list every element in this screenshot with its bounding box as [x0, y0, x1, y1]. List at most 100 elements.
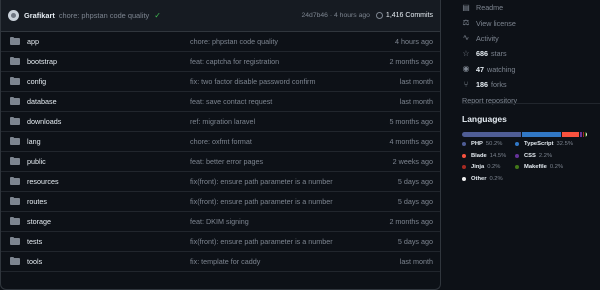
- file-name[interactable]: downloads: [27, 117, 190, 126]
- language-dot: [462, 177, 466, 181]
- file-commit-message[interactable]: feat: DKIM signing: [190, 217, 389, 226]
- file-row[interactable]: publicfeat: better error pages2 weeks ag…: [1, 152, 440, 172]
- file-commit-message[interactable]: feat: captcha for registration: [190, 57, 389, 66]
- language-item[interactable]: PHP50.2%: [462, 141, 502, 147]
- stars-link[interactable]: ☆ 686 stars: [462, 46, 600, 61]
- language-bar-segment[interactable]: [522, 132, 560, 137]
- avatar[interactable]: [8, 10, 19, 21]
- language-bar-segment[interactable]: [462, 132, 521, 137]
- file-row[interactable]: bootstrapfeat: captcha for registration2…: [1, 52, 440, 72]
- file-row[interactable]: resourcesfix(front): ensure path paramet…: [1, 172, 440, 192]
- language-dot: [515, 154, 519, 158]
- language-item[interactable]: Blade14.5%: [462, 153, 506, 159]
- watching-link[interactable]: ◉ 47 watching: [462, 62, 600, 77]
- file-commit-message[interactable]: fix(front): ensure path parameter is a n…: [190, 177, 398, 186]
- file-row[interactable]: configfix: two factor disable password c…: [1, 72, 440, 92]
- file-commit-message[interactable]: fix(front): ensure path parameter is a n…: [190, 237, 398, 246]
- language-dot: [462, 154, 466, 158]
- file-commit-time: last month: [400, 77, 433, 86]
- folder-icon: [10, 38, 20, 45]
- file-row[interactable]: testsfix(front): ensure path parameter i…: [1, 232, 440, 252]
- language-item[interactable]: TypeScript32.5%: [515, 141, 573, 147]
- languages-title: Languages: [462, 114, 507, 124]
- fork-icon: ⑂: [462, 81, 470, 89]
- commit-message[interactable]: chore: phpstan code quality: [59, 11, 149, 20]
- file-name[interactable]: config: [27, 77, 190, 86]
- file-row[interactable]: downloadsref: migration laravel5 months …: [1, 112, 440, 132]
- file-commit-time: 5 days ago: [398, 197, 433, 206]
- file-name[interactable]: routes: [27, 197, 190, 206]
- folder-icon: [10, 198, 20, 205]
- file-name[interactable]: storage: [27, 217, 190, 226]
- folder-icon: [10, 98, 20, 105]
- license-label: View license: [476, 19, 516, 28]
- file-commit-time: 2 months ago: [389, 217, 433, 226]
- latest-commit-bar: Grafikart chore: phpstan code quality ✓ …: [1, 0, 440, 32]
- file-name[interactable]: app: [27, 37, 190, 46]
- folder-icon: [10, 118, 20, 125]
- folder-icon: [10, 258, 20, 265]
- file-commit-time: 2 weeks ago: [393, 157, 433, 166]
- language-dot: [462, 142, 466, 146]
- language-item[interactable]: Other0.2%: [462, 176, 503, 182]
- commit-sha[interactable]: 24d7b46 · 4 hours ago: [302, 12, 370, 19]
- commit-author[interactable]: Grafikart: [24, 11, 55, 20]
- forks-link[interactable]: ⑂ 186 forks: [462, 77, 600, 92]
- file-name[interactable]: public: [27, 157, 190, 166]
- file-commit-time: last month: [400, 257, 433, 266]
- file-list: appchore: phpstan code quality4 hours ag…: [1, 32, 440, 272]
- language-name: Makefile: [524, 164, 547, 170]
- pulse-icon: ∿: [462, 34, 470, 42]
- repo-sidebar: ▤ Readme ⚖ View license ∿ Activity ☆ 686…: [462, 0, 600, 108]
- license-link[interactable]: ⚖ View license: [462, 15, 600, 30]
- language-dot: [515, 142, 519, 146]
- readme-link[interactable]: ▤ Readme: [462, 0, 600, 15]
- file-row[interactable]: storagefeat: DKIM signing2 months ago: [1, 212, 440, 232]
- file-name[interactable]: bootstrap: [27, 57, 190, 66]
- file-commit-message[interactable]: fix: template for caddy: [190, 257, 400, 266]
- language-percent: 0.2%: [489, 176, 502, 182]
- file-commit-message[interactable]: feat: better error pages: [190, 157, 393, 166]
- language-percent: 50.2%: [486, 141, 502, 147]
- file-commit-message[interactable]: chore: phpstan code quality: [190, 37, 395, 46]
- file-row[interactable]: langchore: oxfmt format4 months ago: [1, 132, 440, 152]
- folder-icon: [10, 138, 20, 145]
- file-row[interactable]: appchore: phpstan code quality4 hours ag…: [1, 32, 440, 52]
- file-name[interactable]: tools: [27, 257, 190, 266]
- language-bar-segment[interactable]: [562, 132, 579, 137]
- file-name[interactable]: tests: [27, 237, 190, 246]
- file-name[interactable]: database: [27, 97, 190, 106]
- file-commit-message[interactable]: fix: two factor disable password confirm: [190, 77, 400, 86]
- activity-link[interactable]: ∿ Activity: [462, 31, 600, 46]
- commits-link[interactable]: 1,416 Commits: [376, 12, 433, 19]
- file-commit-time: last month: [400, 97, 433, 106]
- language-name: Jinja: [471, 164, 484, 170]
- eye-icon: ◉: [462, 65, 470, 73]
- file-row[interactable]: routesfix(front): ensure path parameter …: [1, 192, 440, 212]
- file-commit-message[interactable]: ref: migration laravel: [190, 117, 389, 126]
- file-commit-time: 5 months ago: [389, 117, 433, 126]
- file-row[interactable]: databasefeat: save contact requestlast m…: [1, 92, 440, 112]
- language-item[interactable]: Makefile0.2%: [515, 164, 563, 170]
- language-item[interactable]: Jinja0.2%: [462, 164, 500, 170]
- language-name: CSS: [524, 153, 536, 159]
- report-repository-link[interactable]: Report repository: [462, 92, 600, 107]
- language-name: Blade: [471, 153, 487, 159]
- file-commit-message[interactable]: feat: save contact request: [190, 97, 400, 106]
- forks-count: 186: [476, 80, 488, 89]
- folder-icon: [10, 58, 20, 65]
- file-row[interactable]: toolsfix: template for caddylast month: [1, 252, 440, 272]
- check-icon[interactable]: ✓: [154, 11, 161, 20]
- stars-label: stars: [491, 49, 507, 58]
- language-bar-segment[interactable]: [580, 132, 583, 137]
- language-item[interactable]: CSS2.2%: [515, 153, 552, 159]
- file-name[interactable]: lang: [27, 137, 190, 146]
- folder-icon: [10, 218, 20, 225]
- file-name[interactable]: resources: [27, 177, 190, 186]
- language-percent: 0.2%: [550, 164, 563, 170]
- file-commit-message[interactable]: chore: oxfmt format: [190, 137, 389, 146]
- language-dot: [515, 165, 519, 169]
- file-commit-message[interactable]: fix(front): ensure path parameter is a n…: [190, 197, 398, 206]
- language-percent: 14.5%: [490, 153, 506, 159]
- activity-label: Activity: [476, 34, 499, 43]
